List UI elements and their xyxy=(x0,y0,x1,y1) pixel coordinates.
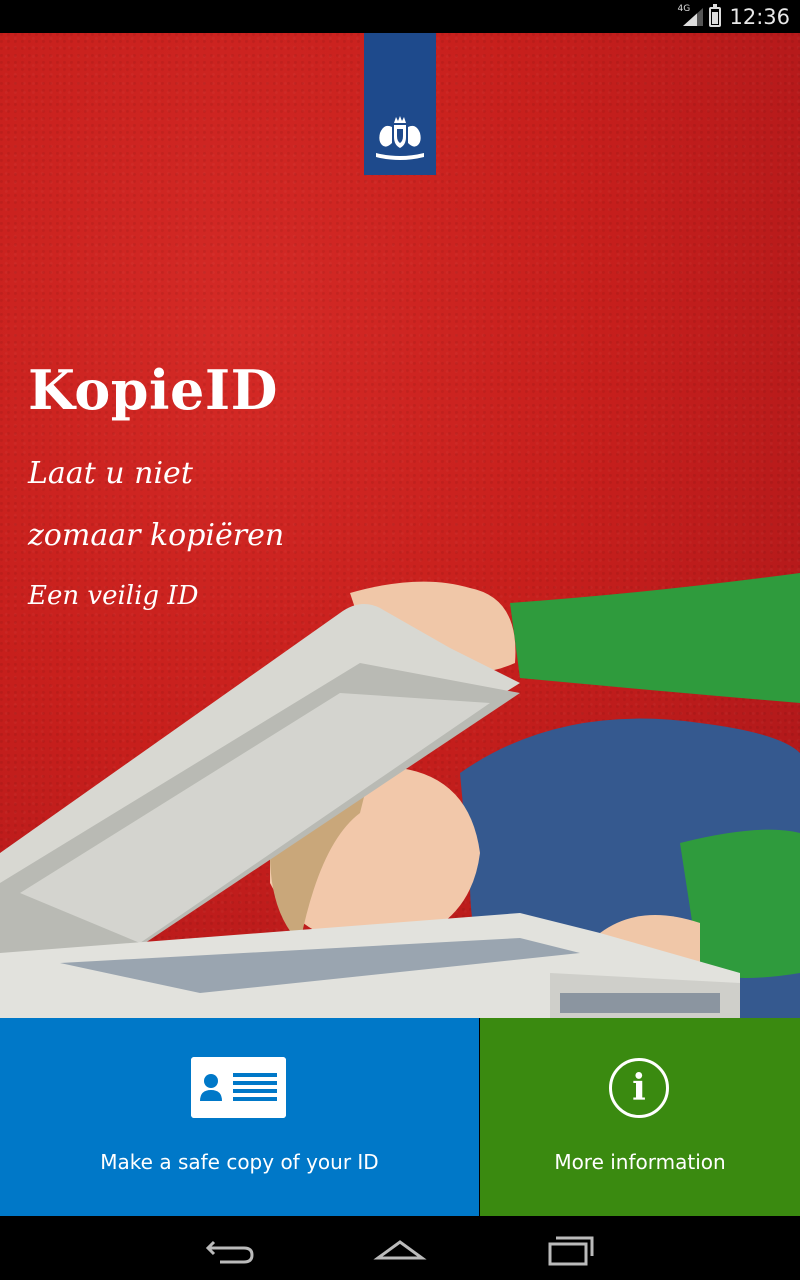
info-icon: i xyxy=(609,1058,669,1118)
id-card-icon xyxy=(191,1057,286,1118)
home-icon[interactable] xyxy=(370,1228,430,1268)
status-icons: 4G 12:36 xyxy=(677,0,790,33)
action-tiles: Make a safe copy of your ID i More infor… xyxy=(0,1018,800,1216)
make-safe-copy-label: Make a safe copy of your ID xyxy=(100,1150,379,1174)
make-safe-copy-button[interactable]: Make a safe copy of your ID xyxy=(0,1018,479,1216)
hero-photo xyxy=(0,573,800,1018)
signal-icon: 4G xyxy=(677,4,704,28)
app-title: KopieID xyxy=(28,358,278,422)
clock: 12:36 xyxy=(729,4,790,29)
system-nav-bar xyxy=(0,1216,800,1280)
government-logo-ribbon xyxy=(364,33,436,175)
tagline-line-1: Laat u niet xyxy=(28,456,193,491)
more-information-button[interactable]: i More information xyxy=(480,1018,800,1216)
hero-banner: KopieID Laat u niet zomaar kopiëren Een … xyxy=(0,33,800,1018)
recents-icon[interactable] xyxy=(540,1228,600,1268)
tagline-line-2: zomaar kopiëren xyxy=(28,518,285,553)
battery-icon xyxy=(709,3,722,27)
more-information-label: More information xyxy=(554,1150,726,1174)
status-bar: 4G 12:36 xyxy=(0,0,800,33)
crest-icon xyxy=(376,116,424,160)
back-icon[interactable] xyxy=(200,1228,260,1268)
